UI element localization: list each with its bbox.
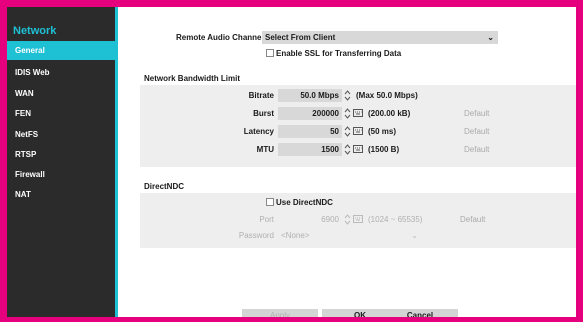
- directndc-checkbox-row[interactable]: Use DirectNDC: [266, 198, 333, 207]
- mtu-note: (1500 B): [368, 145, 400, 154]
- settings-window: Network General IDIS Web WAN FEN NetFS R…: [7, 7, 576, 317]
- ssl-checkbox-row[interactable]: Enable SSL for Transferring Data: [266, 49, 401, 58]
- burst-note: (200.00 kB): [368, 109, 411, 118]
- bandwidth-section-title: Network Bandwidth Limit: [144, 74, 240, 83]
- sidebar-item-netfs[interactable]: NetFS: [7, 125, 115, 144]
- password-value: <None>: [281, 231, 310, 240]
- mtu-spinner-icon[interactable]: [344, 143, 351, 156]
- sidebar-item-fen[interactable]: FEN: [7, 104, 115, 123]
- apply-button[interactable]: Apply: [242, 309, 318, 317]
- sidebar-item-nat[interactable]: NAT: [7, 185, 115, 204]
- remote-audio-value: Select From Client: [265, 33, 336, 42]
- keyboard-icon[interactable]: [353, 145, 363, 153]
- burst-field[interactable]: 200000: [278, 107, 342, 120]
- sidebar-item-rtsp[interactable]: RTSP: [7, 145, 115, 164]
- mtu-default-button[interactable]: Default: [464, 145, 489, 154]
- ssl-checkbox[interactable]: [266, 49, 274, 57]
- directndc-section-title: DirectNDC: [144, 182, 185, 191]
- bitrate-spinner-icon[interactable]: [344, 89, 351, 102]
- port-field[interactable]: 6900: [278, 213, 342, 226]
- burst-label: Burst: [253, 109, 274, 118]
- cancel-button[interactable]: Cancel: [382, 309, 458, 317]
- ssl-label: Enable SSL for Transferring Data: [276, 49, 402, 58]
- latency-label: Latency: [243, 127, 274, 136]
- port-note: (1024 ~ 65535): [368, 215, 423, 224]
- password-select[interactable]: <None> ⌄: [278, 229, 422, 242]
- chevron-down-icon: ⌄: [487, 33, 494, 42]
- port-spinner-icon[interactable]: [344, 213, 351, 226]
- port-default-button[interactable]: Default: [460, 215, 485, 224]
- mtu-label: MTU: [256, 145, 274, 154]
- password-label: Password: [238, 231, 274, 240]
- sidebar: Network General IDIS Web WAN FEN NetFS R…: [7, 7, 115, 317]
- bitrate-field[interactable]: 50.0 Mbps: [278, 89, 342, 102]
- latency-field[interactable]: 50: [278, 125, 342, 138]
- sidebar-item-general[interactable]: General: [7, 41, 115, 60]
- latency-spinner-icon[interactable]: [344, 125, 351, 138]
- directndc-checkbox[interactable]: [266, 198, 274, 206]
- directndc-label: Use DirectNDC: [276, 198, 333, 207]
- sidebar-title: Network: [13, 25, 57, 37]
- remote-audio-label: Remote Audio Channel: [176, 33, 264, 42]
- bitrate-note: (Max 50.0 Mbps): [356, 91, 418, 100]
- latency-note: (50 ms): [368, 127, 397, 136]
- keyboard-icon[interactable]: [353, 109, 363, 117]
- sidebar-item-idis-web[interactable]: IDIS Web: [7, 63, 115, 82]
- mtu-field[interactable]: 1500: [278, 143, 342, 156]
- keyboard-icon[interactable]: [353, 215, 363, 223]
- sidebar-item-wan[interactable]: WAN: [7, 84, 115, 103]
- burst-spinner-icon[interactable]: [344, 107, 351, 120]
- remote-audio-select[interactable]: Select From Client ⌄: [262, 31, 498, 44]
- burst-default-button[interactable]: Default: [464, 109, 489, 118]
- main-panel: Remote Audio Channel Select From Client …: [118, 7, 576, 317]
- bitrate-label: Bitrate: [248, 91, 274, 100]
- keyboard-icon[interactable]: [353, 127, 363, 135]
- port-label: Port: [259, 215, 274, 224]
- latency-default-button[interactable]: Default: [464, 127, 489, 136]
- chevron-down-icon: ⌄: [411, 231, 418, 240]
- sidebar-item-firewall[interactable]: Firewall: [7, 165, 115, 184]
